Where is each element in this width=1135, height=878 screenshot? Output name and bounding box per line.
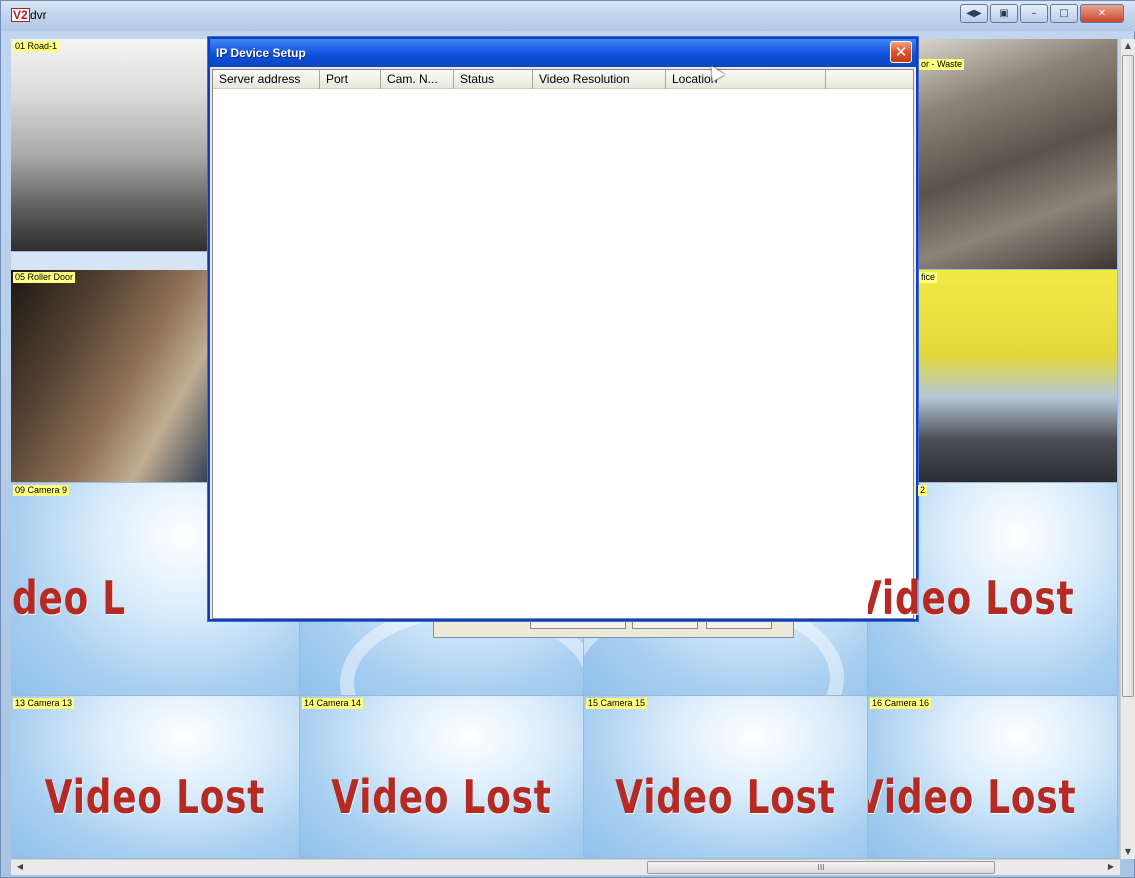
video-lost-text: Video Lost (868, 770, 1077, 824)
video-lost-text: Video L (11, 571, 126, 625)
device-list-header: Server address Port Cam. N... Status Vid… (213, 70, 913, 89)
close-window-button[interactable]: ✕ (1080, 4, 1124, 23)
column-location[interactable]: Location (666, 70, 826, 89)
video-lost-text: Video Lost (868, 571, 1075, 625)
app-logo-icon: V2 (11, 8, 30, 22)
dialog-title: IP Device Setup (216, 46, 306, 60)
vertical-scroll-thumb[interactable] (1122, 55, 1134, 697)
camera-label: 09 Camera 9 (13, 485, 70, 496)
ip-device-setup-dialog: IP Device Setup ✕ Server address Port Ca… (208, 37, 918, 621)
scroll-up-icon[interactable]: ▲ (1121, 39, 1135, 53)
column-server-address[interactable]: Server address (213, 70, 320, 89)
camera-tile-16[interactable]: 16 Camera 16 Video Lost (868, 696, 1118, 859)
camera-label: 14 Camera 14 (302, 698, 364, 709)
camera-tile-14[interactable]: 14 Camera 14 Video Lost (300, 696, 584, 859)
device-list[interactable]: Server address Port Cam. N... Status Vid… (212, 69, 914, 619)
maximize-button[interactable]: □ (1050, 4, 1078, 23)
title-bar[interactable]: V2 dvr ◀▶ ▣ – □ ✕ (1, 1, 1135, 31)
camera-label: 16 Camera 16 (870, 698, 932, 709)
minimize-button[interactable]: – (1020, 4, 1048, 23)
scroll-right-icon[interactable]: ▶ (1104, 860, 1118, 874)
video-lost-text: Video Lost (331, 770, 552, 824)
extra-nav-button[interactable]: ◀▶ (960, 4, 988, 23)
video-lost-text: Video Lost (44, 770, 266, 824)
column-port[interactable]: Port (320, 70, 381, 89)
dialog-title-bar[interactable]: IP Device Setup ✕ (210, 39, 916, 67)
scroll-left-icon[interactable]: ◀ (13, 860, 27, 874)
horizontal-scrollbar[interactable]: ◀ III ▶ (11, 859, 1120, 875)
vertical-scrollbar[interactable]: ▲ ▼ (1120, 39, 1135, 859)
column-status[interactable]: Status (454, 70, 533, 89)
column-video-resolution[interactable]: Video Resolution (533, 70, 666, 89)
camera-label: 15 Camera 15 (586, 698, 648, 709)
dialog-close-button[interactable]: ✕ (890, 41, 912, 63)
camera-label: 2 (918, 485, 928, 496)
camera-label: 01 Road-1 (13, 41, 60, 52)
camera-tile-13[interactable]: 13 Camera 13 Video Lost (11, 696, 300, 859)
camera-label: or - Waste (919, 59, 965, 70)
extra-window-button[interactable]: ▣ (990, 4, 1018, 23)
camera-label: 13 Camera 13 (13, 698, 75, 709)
camera-label: fice (919, 272, 938, 283)
window-title: dvr (30, 8, 47, 22)
video-lost-text: Video Lost (615, 770, 836, 824)
dvr-window: V2 dvr ◀▶ ▣ – □ ✕ 01 Road-1 or - Waste 0… (0, 0, 1135, 878)
column-cam-name[interactable]: Cam. N... (381, 70, 454, 89)
scroll-down-icon[interactable]: ▼ (1121, 845, 1135, 859)
camera-tile-15[interactable]: 15 Camera 15 Video Lost (584, 696, 868, 859)
window-controls: ◀▶ ▣ – □ ✕ (960, 4, 1124, 24)
camera-label: 05 Roller Door (13, 272, 76, 283)
horizontal-scroll-thumb[interactable]: III (647, 861, 995, 874)
column-extra[interactable] (826, 70, 913, 89)
